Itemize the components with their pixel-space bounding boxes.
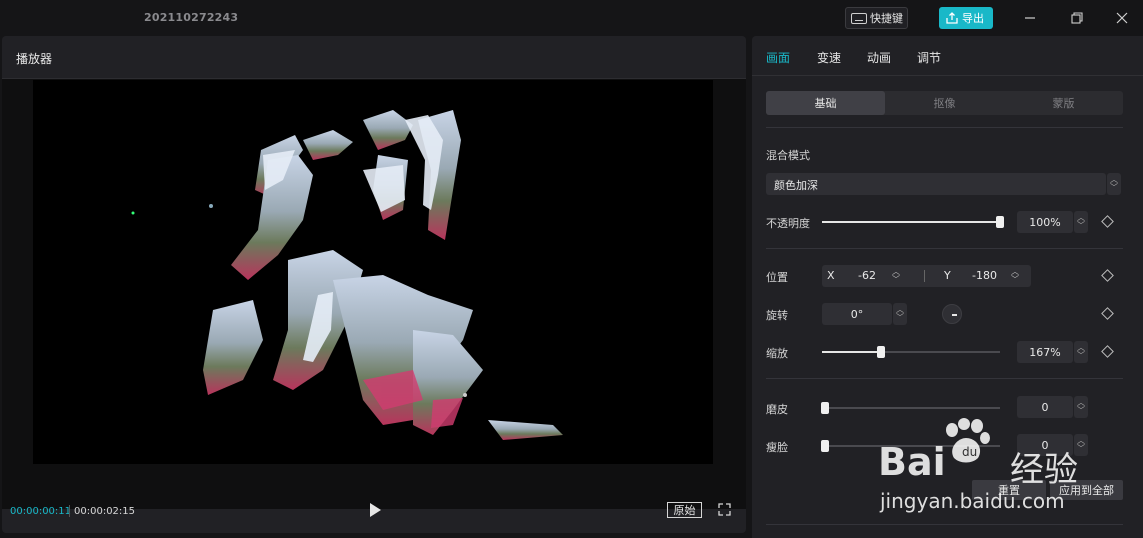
export-label: 导出: [962, 12, 984, 25]
tab-animation[interactable]: 动画: [867, 49, 891, 66]
maximize-button[interactable]: [1067, 8, 1087, 28]
paw-logo-icon: du: [946, 418, 990, 463]
pos-x-value[interactable]: -62: [858, 269, 876, 282]
rotation-label: 旋转: [766, 309, 788, 322]
original-ratio-button[interactable]: 原始: [667, 502, 702, 518]
shortcut-label: 快捷键: [870, 12, 903, 25]
subtab-keying[interactable]: 抠像: [885, 91, 1004, 115]
pos-divider: [924, 270, 925, 282]
close-icon: [1116, 12, 1128, 24]
blend-mode-select[interactable]: 颜色加深: [766, 173, 1106, 195]
smooth-slider[interactable]: [821, 402, 1000, 414]
rotation-stepper[interactable]: ︿ ﹀: [893, 303, 907, 325]
export-button[interactable]: 导出: [939, 7, 993, 29]
subtab-mask[interactable]: 蒙版: [1004, 91, 1123, 115]
minimize-button[interactable]: [1020, 8, 1040, 28]
opacity-keyframe-icon[interactable]: [1101, 215, 1114, 228]
player-controls: 00:00:00:11 00:00:02:15 原始: [2, 498, 746, 533]
position-fields: X -62 ︿ ﹀ Y -180 ︿ ﹀: [822, 265, 1031, 287]
opacity-label: 不透明度: [766, 217, 810, 230]
opacity-value[interactable]: 100%: [1017, 211, 1073, 233]
smooth-label: 磨皮: [766, 403, 788, 416]
tab-adjust[interactable]: 调节: [917, 49, 941, 66]
pos-y-label: Y: [944, 269, 951, 282]
fullscreen-icon[interactable]: [718, 503, 731, 516]
watermark-brand-cn: 经验: [1010, 450, 1078, 490]
pos-x-stepper[interactable]: ︿ ﹀: [892, 268, 900, 284]
divider: [766, 248, 1123, 249]
scale-slider[interactable]: [822, 346, 1000, 358]
blend-mode-arrows[interactable]: ︿ ﹀: [1107, 173, 1121, 195]
keyboard-icon: [851, 12, 867, 24]
scale-label: 缩放: [766, 347, 788, 360]
scale-keyframe-icon[interactable]: [1101, 345, 1114, 358]
smooth-stepper[interactable]: ︿ ﹀: [1074, 396, 1088, 418]
video-frame: [131, 110, 563, 440]
pos-x-label: X: [827, 269, 835, 282]
player-panel: 播放器 00:00:00:11 00:00:02:15 原始: [2, 36, 746, 533]
watermark-brand: Bai: [878, 440, 946, 484]
slim-handle[interactable]: [821, 440, 829, 452]
scale-handle[interactable]: [877, 346, 885, 358]
watermark-url: jingyan.baidu.com: [880, 489, 1065, 513]
subtab-group: 基础 抠像 蒙版: [766, 91, 1123, 115]
opacity-slider[interactable]: [822, 216, 1004, 228]
export-icon: [946, 12, 958, 24]
opacity-fill: [822, 221, 1000, 223]
shortcut-button[interactable]: 快捷键: [845, 7, 908, 29]
minimize-icon: [1025, 17, 1035, 19]
tab-picture[interactable]: 画面: [766, 49, 790, 66]
restore-icon: [1071, 12, 1083, 24]
tab-speed[interactable]: 变速: [817, 49, 841, 66]
play-icon[interactable]: [368, 502, 382, 518]
svg-text:du: du: [962, 445, 977, 459]
divider: [766, 524, 1123, 525]
rotation-dial[interactable]: [942, 304, 962, 324]
opacity-handle[interactable]: [996, 216, 1004, 228]
position-label: 位置: [766, 271, 788, 284]
scale-stepper[interactable]: ︿ ﹀: [1074, 341, 1088, 363]
rotation-value[interactable]: 0°: [822, 303, 892, 325]
blend-mode-label: 混合模式: [766, 149, 810, 162]
divider: [766, 378, 1123, 379]
divider: [766, 127, 1123, 128]
player-header: 播放器: [2, 36, 746, 79]
subtab-basic[interactable]: 基础: [766, 91, 885, 115]
project-title: 202110272243: [144, 11, 239, 24]
scale-fill: [822, 351, 881, 353]
close-button[interactable]: [1112, 8, 1132, 28]
time-divider: [69, 505, 70, 517]
pos-y-stepper[interactable]: ︿ ﹀: [1011, 268, 1019, 284]
current-time: 00:00:00:11: [10, 506, 72, 517]
video-preview[interactable]: [33, 80, 713, 464]
slim-label: 瘦脸: [766, 441, 788, 454]
smooth-value[interactable]: 0: [1017, 396, 1073, 418]
position-keyframe-icon[interactable]: [1101, 269, 1114, 282]
player-viewport[interactable]: [2, 79, 746, 509]
panel-tabs: 画面 变速 动画 调节: [752, 36, 1143, 76]
smooth-handle[interactable]: [821, 402, 829, 414]
rotation-keyframe-icon[interactable]: [1101, 307, 1114, 320]
title-bar: 202110272243 快捷键 导出: [0, 0, 1143, 36]
scale-value[interactable]: 167%: [1017, 341, 1073, 363]
opacity-stepper[interactable]: ︿ ﹀: [1074, 211, 1088, 233]
pos-y-value[interactable]: -180: [972, 269, 997, 282]
player-title: 播放器: [16, 52, 53, 66]
total-time: 00:00:02:15: [74, 506, 136, 517]
